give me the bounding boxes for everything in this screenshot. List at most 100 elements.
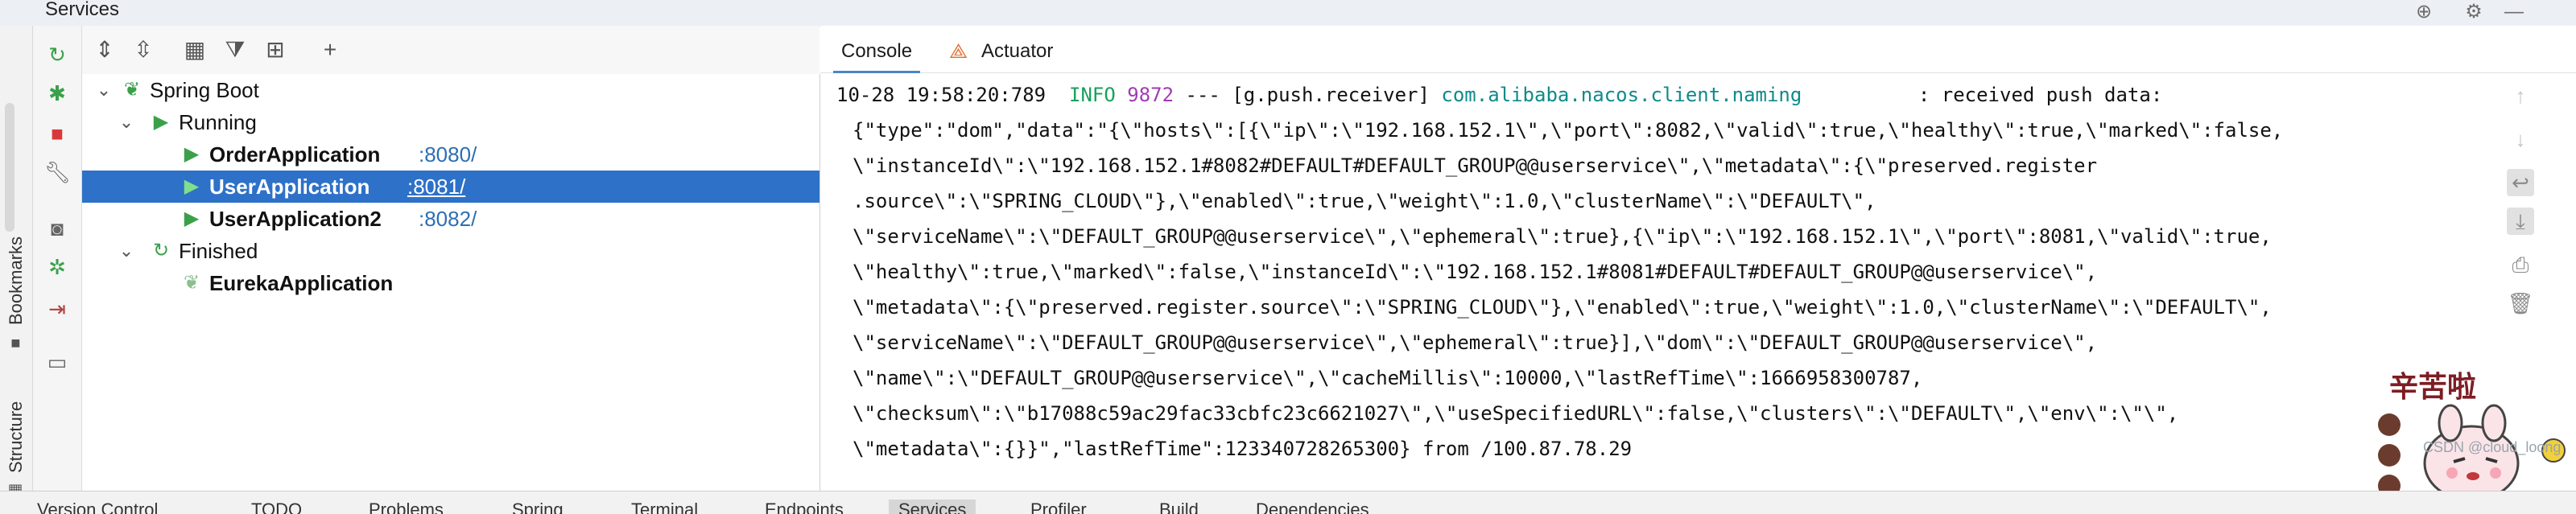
tool-tab-build[interactable]: Build xyxy=(1159,500,1199,514)
layout-icon[interactable]: ▭ xyxy=(44,349,70,375)
services-tree: ⌄ ❦ Spring Boot ⌄ ▶ Running ▶ OrderAppli… xyxy=(82,74,820,491)
structure-tool-window[interactable]: ▦ Structure xyxy=(2,373,31,502)
run-icon: ▶ xyxy=(184,143,200,165)
add-service-icon[interactable]: + xyxy=(316,35,345,64)
stop-icon[interactable]: ■ xyxy=(44,121,70,146)
new-tab-icon[interactable]: ⊞ xyxy=(261,35,290,64)
tree-node-eureka-application[interactable]: ❦ EurekaApplication xyxy=(82,267,819,299)
group-by-icon[interactable]: ▦ xyxy=(180,35,209,64)
tree-toolbar: ⇕ ⇳ ▦ ⧩ ⊞ + xyxy=(82,26,819,75)
log-line: \"instanceId\":\"192.168.152.1#8082#DEFA… xyxy=(852,154,2098,177)
log-line: \"checksum\":\"b17088c59ac29fac33cbfc23c… xyxy=(852,402,2179,425)
rerun-icon: ↻ xyxy=(152,240,170,261)
tree-node-label: Spring Boot xyxy=(150,78,259,102)
tool-tab-terminal[interactable]: Terminal xyxy=(631,500,698,514)
tool-tab-problems[interactable]: Problems xyxy=(369,500,444,514)
exit-icon[interactable]: ⇥ xyxy=(44,296,70,322)
soft-wrap-icon[interactable]: ↩ xyxy=(2507,169,2534,196)
tool-tab-services[interactable]: Services xyxy=(889,500,976,514)
spring-boot-icon: ❦ xyxy=(183,272,200,294)
gear-icon[interactable]: ⚙ xyxy=(2463,2,2484,23)
console-side-toolbar: ↑ ↓ ↩ ⤓ ⎙ 🗑︎ xyxy=(2497,74,2544,396)
log-separator: --- xyxy=(1185,84,1220,106)
tab-console[interactable]: Console xyxy=(832,37,921,73)
tree-node-label: OrderApplication xyxy=(209,142,381,167)
log-line-header: 10-28 19:58:20:789 INFO 9872 --- [g.push… xyxy=(836,79,2162,111)
tool-tab-version-control[interactable]: Version Control xyxy=(37,500,158,514)
tree-node-label: Running xyxy=(179,110,257,134)
scroll-to-end-icon[interactable]: ⤓ xyxy=(2507,208,2534,235)
tool-tab-todo[interactable]: TODO xyxy=(251,500,302,514)
structure-label: Structure xyxy=(6,401,26,473)
print-icon[interactable]: ⎙ xyxy=(2507,251,2534,278)
log-pid: 9872 xyxy=(1127,84,1174,106)
stripe-scroll-indicator[interactable] xyxy=(5,103,14,232)
log-line: .source\":\"SPRING_CLOUD\"},\"enabled\":… xyxy=(852,190,1876,212)
details-tab-bar: Console ⟁ Actuator xyxy=(820,26,2576,73)
log-line: \"serviceName\":\"DEFAULT_GROUP@@userser… xyxy=(852,331,2098,354)
debug-icon[interactable]: ✱ xyxy=(44,80,70,106)
tree-node-label: Finished xyxy=(179,239,258,263)
globe-icon[interactable]: ⊕ xyxy=(2413,2,2434,23)
spring-boot-icon: ❦ xyxy=(123,79,141,101)
log-line: \"metadata\":{}}","lastRefTime":12334072… xyxy=(852,438,1633,460)
actuator-icon: ⟁ xyxy=(949,39,968,63)
tree-node-label: UserApplication xyxy=(209,175,370,199)
bookmarks-label: Bookmarks xyxy=(6,236,26,325)
minimize-icon[interactable]: — xyxy=(2504,2,2524,23)
service-details-panel: Console ⟁ Actuator 10-28 19:58:20:789 IN… xyxy=(820,26,2576,491)
run-icon: ▶ xyxy=(184,208,200,229)
wrench-icon[interactable]: 🔧︎ xyxy=(44,159,71,185)
bookmark-icon: ■ xyxy=(6,335,25,352)
expand-all-icon[interactable]: ⇕ xyxy=(90,35,119,64)
log-timestamp: 10-28 19:58:20:789 xyxy=(836,84,1046,106)
tree-node-order-application[interactable]: ▶ OrderApplication :8080/ xyxy=(82,138,819,171)
port-link[interactable]: :8081/ xyxy=(407,171,465,203)
chevron-down-icon[interactable]: ⌄ xyxy=(118,106,135,138)
run-icon: ▶ xyxy=(184,175,200,197)
log-message: : received push data: xyxy=(1918,84,2163,106)
tree-node-running[interactable]: ⌄ ▶ Running xyxy=(82,106,819,138)
log-thread: [g.push.receiver] xyxy=(1232,84,1430,106)
debug-settings-icon[interactable]: ✲ xyxy=(44,254,70,280)
log-line: {"type":"dom","data":"{\"hosts\":[{\"ip\… xyxy=(852,119,2284,142)
tool-tab-endpoints[interactable]: Endpoints xyxy=(765,500,844,514)
services-action-toolbar: ↻ ✱ ■ 🔧︎ ◙ ✲ ⇥ ▭ xyxy=(33,26,82,491)
tree-node-user-application[interactable]: ▶ UserApplication :8081/ xyxy=(82,171,819,203)
log-logger: com.alibaba.nacos.client.naming xyxy=(1441,84,1802,106)
sticker-text: 辛苦啦 xyxy=(2389,370,2477,404)
bottom-tool-window-bar: Version Control TODO Problems Spring Ter… xyxy=(0,491,2576,514)
tree-node-user-application-2[interactable]: ▶ UserApplication2 :8082/ xyxy=(82,203,819,235)
panel-title: Services xyxy=(45,0,120,20)
log-line: \"name\":\"DEFAULT_GROUP@@userservice\",… xyxy=(852,367,1923,389)
log-line: \"metadata\":{\"preserved.register.sourc… xyxy=(852,296,2272,319)
watermark: CSDN @cloud_loong xyxy=(2423,439,2562,455)
log-line: \"healthy\":true,\"marked\":false,\"inst… xyxy=(852,261,2098,283)
chevron-down-icon[interactable]: ⌄ xyxy=(95,74,113,106)
run-icon: ▶ xyxy=(153,111,169,133)
left-tool-stripe: ■ Bookmarks ▦ Structure xyxy=(0,26,33,502)
chevron-down-icon[interactable]: ⌄ xyxy=(118,235,135,267)
tree-node-label: EurekaApplication xyxy=(209,271,394,295)
arrow-up-icon[interactable]: ↑ xyxy=(2507,82,2534,109)
log-level: INFO xyxy=(1069,84,1116,106)
log-line: \"serviceName\":\"DEFAULT_GROUP@@userser… xyxy=(852,225,2272,248)
trash-icon[interactable]: 🗑︎ xyxy=(2507,290,2534,317)
port-link[interactable]: :8080/ xyxy=(419,138,477,171)
tool-tab-spring[interactable]: Spring xyxy=(512,500,564,514)
collapse-all-icon[interactable]: ⇳ xyxy=(129,35,158,64)
services-title-bar: Services ⊕ ⚙ — xyxy=(0,0,2576,27)
console-output[interactable]: 10-28 19:58:20:789 INFO 9872 --- [g.push… xyxy=(836,79,2495,481)
camera-icon[interactable]: ◙ xyxy=(44,216,70,241)
tree-node-finished[interactable]: ⌄ ↻ Finished xyxy=(82,235,819,267)
filter-icon[interactable]: ⧩ xyxy=(221,35,250,64)
tab-actuator[interactable]: Actuator xyxy=(981,37,1053,66)
arrow-down-icon[interactable]: ↓ xyxy=(2507,125,2534,153)
tree-node-spring-boot[interactable]: ⌄ ❦ Spring Boot xyxy=(82,74,819,106)
port-link[interactable]: :8082/ xyxy=(419,203,477,235)
tool-tab-dependencies[interactable]: Dependencies xyxy=(1256,500,1369,514)
tree-node-label: UserApplication2 xyxy=(209,207,382,231)
tool-tab-profiler[interactable]: Profiler xyxy=(1030,500,1087,514)
rerun-icon[interactable]: ↻ xyxy=(44,42,70,68)
bookmarks-tool-window[interactable]: ■ Bookmarks xyxy=(2,216,31,352)
